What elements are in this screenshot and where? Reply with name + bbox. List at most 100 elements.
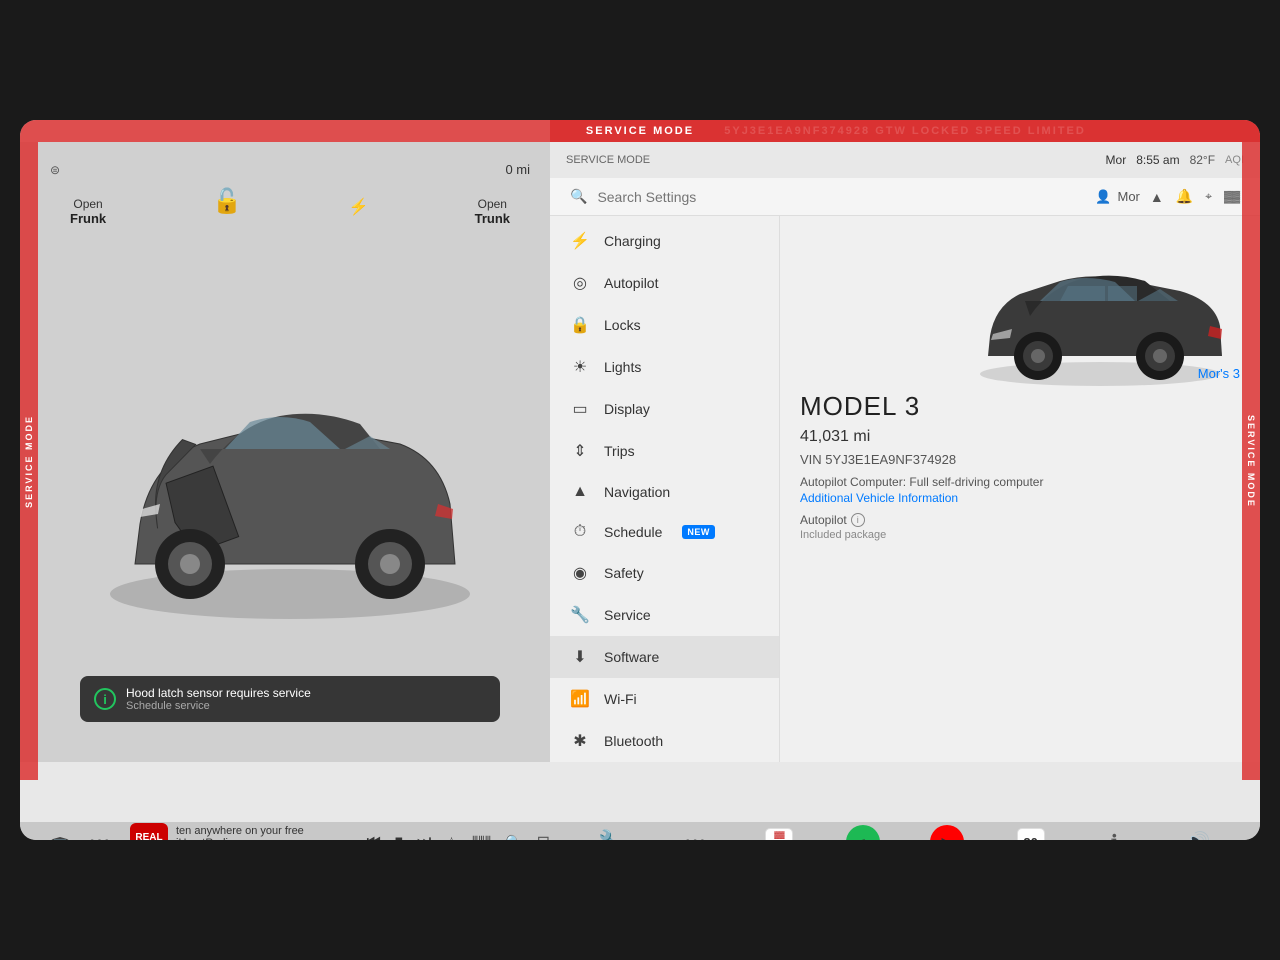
calendar-icon: ▓▓ 20 (765, 828, 793, 840)
taskbar: ••• REAL 92.3 ten anywhere on your free … (20, 822, 1260, 840)
open-frunk-button[interactable]: Open Frunk (70, 197, 106, 226)
settings-menu: ⚡ Charging ◎ Autopilot 🔒 Locks (550, 216, 780, 762)
menu-item-bluetooth[interactable]: ✱ Bluetooth (550, 720, 779, 762)
locks-icon: 🔒 (570, 315, 590, 335)
safety-label: Safety (604, 565, 644, 581)
menu-item-trips[interactable]: ⇕ Trips (550, 430, 779, 472)
service-mode-right-banner: SERVICE MODE (1242, 142, 1260, 780)
car-vin: VIN 5YJ3E1EA9NF374928 (800, 452, 1240, 467)
hood-notification[interactable]: i Hood latch sensor requires service Sch… (80, 676, 500, 722)
spotify-button[interactable]: ♬ (843, 822, 883, 840)
autopilot-info-icon[interactable]: i (851, 513, 865, 527)
open-frunk-label-line1: Open (73, 197, 102, 211)
favorite-button[interactable]: ☆ (445, 834, 458, 841)
trips-icon: ⇕ (570, 441, 590, 461)
odometer-display: 0 mi (505, 162, 530, 177)
navigation-label: Navigation (604, 484, 670, 500)
equalizer-button[interactable]: ⫼⫼⫼ (472, 834, 491, 841)
menu-item-wifi[interactable]: 📶 Wi-Fi (550, 678, 779, 720)
song-text: ten anywhere on your free iHeartRadio (176, 825, 358, 841)
menu-item-software[interactable]: ⬇ Software (550, 636, 779, 678)
caret-up-icon[interactable]: ▲ (1150, 189, 1164, 205)
cast-icon[interactable]: ⊡ (537, 832, 550, 840)
schedule-icon: ⏱ (570, 523, 590, 541)
display-icon: ▭ (570, 399, 590, 419)
menu-item-service[interactable]: 🔧 Service (550, 594, 779, 636)
schedule-label: Schedule (604, 524, 662, 540)
grid-button[interactable]: ▓▓ 20 (759, 822, 799, 840)
play-icon: ▶ (941, 834, 952, 841)
bluetooth-label: Bluetooth (604, 733, 663, 749)
main-screen: SERVICE MODE SERVICE MODE SERVICE MODE ⊜… (20, 120, 1260, 840)
autopilot-computer: Autopilot Computer: Full self-driving co… (800, 475, 1240, 489)
additional-vehicle-info-link[interactable]: Additional Vehicle Information (800, 491, 958, 505)
taskbar-left: ••• REAL 92.3 ten anywhere on your free … (40, 822, 550, 840)
calendar-day-num: 20 (772, 839, 786, 840)
youtube-icon: ▶ (930, 825, 964, 840)
music-player-bar: REAL 92.3 ten anywhere on your free iHea… (130, 823, 550, 840)
menu-item-schedule[interactable]: ⏱ Schedule NEW (550, 512, 779, 552)
info-icon: ℹ (1111, 830, 1119, 841)
settings-header: 🔍 👤 Mor ▲ 🔔 ⌖ ▓▓ (550, 178, 1260, 216)
search-input[interactable] (597, 189, 1085, 205)
bell-icon[interactable]: 🔔 (1176, 188, 1193, 205)
menu-item-lights[interactable]: ☀ Lights (550, 346, 779, 388)
autopilot-pkg-value: Included package (800, 529, 1240, 541)
options-dots-icon: ••• (685, 832, 707, 841)
car-home-icon (46, 832, 74, 840)
menu-item-safety[interactable]: ◉ Safety (550, 552, 779, 594)
notification-content: Hood latch sensor requires service Sched… (126, 686, 311, 712)
notification-icon: i (94, 688, 116, 710)
car-home-button[interactable] (40, 822, 80, 840)
taskbar-right: 🔧 ••• ▓▓ 20 ♬ ▶ (550, 822, 1260, 840)
software-label: Software (604, 649, 659, 665)
menu-item-navigation[interactable]: ▲ Navigation (550, 472, 779, 512)
eq-icon: ⊜ (50, 163, 60, 177)
stop-button[interactable]: ⏹ (395, 833, 403, 840)
menu-item-charging[interactable]: ⚡ Charging (550, 220, 779, 262)
top-bar-left: ⊜ 0 mi (50, 162, 530, 177)
charging-icon: ⚡ (570, 231, 590, 251)
signal-icon: ▓▓ (1224, 191, 1240, 203)
autopilot-package-row: Autopilot i (800, 513, 1240, 527)
service-icon: 🔧 (570, 605, 590, 625)
settings-detail: Mor's 3 MODEL 3 41,031 mi VIN 5YJ3E1EA9N… (780, 216, 1260, 762)
lights-icon: ☀ (570, 357, 590, 377)
vin-label: VIN (800, 452, 822, 467)
vehicle-3d-illustration (960, 226, 1240, 386)
bluetooth-header-icon[interactable]: ⌖ (1205, 189, 1212, 204)
menu-item-locks[interactable]: 🔒 Locks (550, 304, 779, 346)
charging-label: Charging (604, 233, 661, 249)
more-options-button[interactable]: ••• (80, 822, 120, 840)
user-profile[interactable]: 👤 Mor (1095, 189, 1140, 205)
header-icons: ▲ 🔔 ⌖ ▓▓ (1150, 188, 1240, 205)
volume-button[interactable]: 🔊 (1178, 822, 1218, 840)
software-icon: ⬇ (570, 647, 590, 667)
music-controls: ⏮ ⏹ ⏭ ☆ ⫼⫼⫼ 🔍 (366, 833, 522, 840)
service-mode-label-header: SERVICE MODE (566, 154, 650, 166)
menu-item-autopilot[interactable]: ◎ Autopilot (550, 262, 779, 304)
left-panel: ⊜ 0 mi Open Frunk 🔓 ⚡ Open Trunk (20, 142, 550, 762)
search-music-button[interactable]: 🔍 (505, 834, 522, 841)
lock-open-icon: 🔓 (212, 187, 242, 216)
autopilot-label: Autopilot (604, 275, 658, 291)
car-model-name: MODEL 3 (800, 391, 1240, 422)
skip-back-button[interactable]: ⏮ (366, 833, 380, 840)
time-display: 8:55 am (1136, 153, 1179, 167)
options-button[interactable]: ••• (676, 822, 716, 840)
service-tools-button[interactable]: 🔧 (592, 822, 632, 840)
username: Mor (1118, 189, 1140, 204)
open-trunk-button[interactable]: Open Trunk (475, 197, 510, 226)
radio-name: REAL (135, 833, 162, 841)
calendar-button[interactable]: 20 (1011, 822, 1051, 840)
skip-forward-button[interactable]: ⏭ (417, 833, 431, 840)
open-trunk-label-line2: Trunk (475, 211, 510, 226)
calendar-icon-2: 20 (1017, 828, 1045, 840)
menu-item-display[interactable]: ▭ Display (550, 388, 779, 430)
info-button[interactable]: ℹ (1094, 822, 1134, 840)
wifi-label: Wi-Fi (604, 691, 637, 707)
temp-display: 82°F (1190, 153, 1215, 167)
service-mode-left-banner: SERVICE MODE (20, 142, 38, 780)
video-button[interactable]: ▶ (927, 822, 967, 840)
volume-icon: 🔊 (1186, 830, 1211, 841)
